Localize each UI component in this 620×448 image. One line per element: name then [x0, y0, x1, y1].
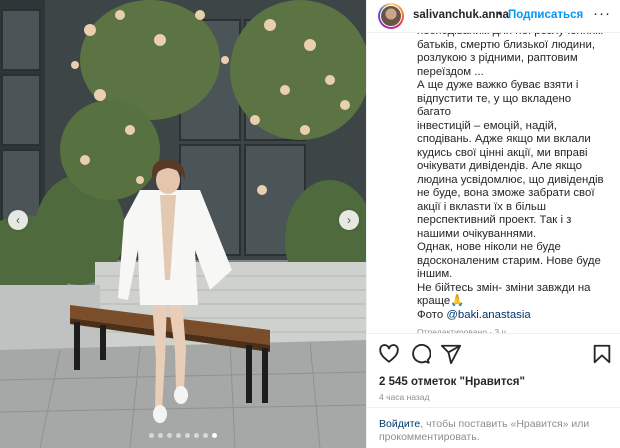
caption-line: кудись свої цінні акції, ми вправі	[417, 146, 588, 159]
username-link[interactable]: salivanchuk.anna	[413, 9, 509, 21]
caption-line: Однак, нове ніколи не буде	[417, 241, 561, 253]
caption-lines: несподіваним для неї розлученнямбатьків,…	[417, 33, 605, 309]
caption-line: краще🙏	[417, 295, 465, 307]
caption-line: Не бійтесь змін- зміни завжди на	[417, 281, 591, 294]
caption-line: несподіваним для неї розлученням	[417, 33, 605, 39]
more-options-icon[interactable]: ···	[593, 5, 611, 22]
carousel-dot	[149, 433, 154, 438]
previous-slide-button[interactable]: ‹	[8, 210, 28, 230]
carousel-dot	[167, 433, 172, 438]
caption-line: розлукою з рідними, раптовим	[417, 52, 578, 64]
caption-line: перспективний проект. Так і з	[417, 214, 572, 226]
caption-line: не буде, вона зможе забрати свої	[417, 187, 595, 199]
caption-line: відпустити те, у що вкладено багато	[417, 92, 572, 119]
caption-line: нашими очікуваннями.	[417, 227, 537, 240]
separator-dot: •	[498, 8, 502, 20]
caption-area: несподіваним для неї розлученнямбатьків,…	[367, 33, 620, 340]
chevron-right-icon: ›	[347, 213, 351, 227]
paper-plane-icon	[440, 344, 462, 365]
chevron-left-icon: ‹	[16, 213, 20, 227]
caption-line: очікувати дивідендів. Але якщо	[417, 160, 583, 172]
like-button[interactable]	[378, 343, 400, 365]
caption-line: іншим.	[417, 268, 453, 280]
carousel-dot	[158, 433, 163, 438]
carousel-indicator	[0, 433, 366, 438]
caption-text: несподіваним для неї розлученнямбатьків,…	[367, 33, 605, 340]
action-bar	[367, 333, 620, 371]
caption-line: інвестицій – емоцій, надій,	[417, 119, 558, 132]
avatar[interactable]	[378, 3, 404, 29]
login-link[interactable]: Войдите	[379, 418, 420, 430]
heart-icon	[379, 344, 399, 363]
photo-credit: Фото @baki.anastasia	[417, 309, 605, 323]
caption-line: сподівань. Адже якщо ми вклали	[417, 133, 591, 145]
login-prompt: Войдите, чтобы поставить «Нравится» или …	[367, 407, 620, 448]
carousel-dot	[212, 433, 217, 438]
carousel-dot	[185, 433, 190, 438]
carousel-dot	[176, 433, 181, 438]
share-button[interactable]	[440, 343, 462, 365]
photo-scene	[0, 0, 366, 448]
carousel-dot	[194, 433, 199, 438]
caption-line: акції і вклasти їх в більш	[417, 200, 546, 213]
next-slide-button[interactable]: ›	[339, 210, 359, 230]
save-button[interactable]	[591, 343, 613, 365]
avatar-image	[380, 5, 402, 27]
photo-credit-mention[interactable]: @baki.anastasia	[446, 309, 530, 321]
post-time[interactable]: 4 часа назад	[379, 392, 430, 402]
bookmark-icon	[593, 344, 611, 364]
likes-count[interactable]: 2 545 отметок "Нравится"	[379, 376, 525, 388]
caption-line: батьків, смертю близької людини,	[417, 38, 595, 51]
post-photo[interactable]: ‹ ›	[0, 0, 366, 448]
caption-line: людина усвідомлює, що дивідендів	[417, 173, 604, 186]
post-side-panel: несподіваним для неї розлученнямбатьків,…	[366, 0, 620, 448]
follow-button[interactable]: Подписаться	[508, 9, 583, 21]
comment-icon	[412, 344, 432, 364]
photo-credit-prefix: Фото	[417, 308, 444, 321]
caption-line: переїздом ...	[417, 65, 484, 78]
carousel-dot	[203, 433, 208, 438]
caption-line: вдосконаленим старим. Нове буде	[417, 254, 601, 267]
comment-button[interactable]	[409, 343, 432, 365]
post-header: salivanchuk.anna • Подписаться ···	[367, 0, 620, 33]
caption-line: А ще дуже важко буває взяти і	[417, 79, 579, 91]
